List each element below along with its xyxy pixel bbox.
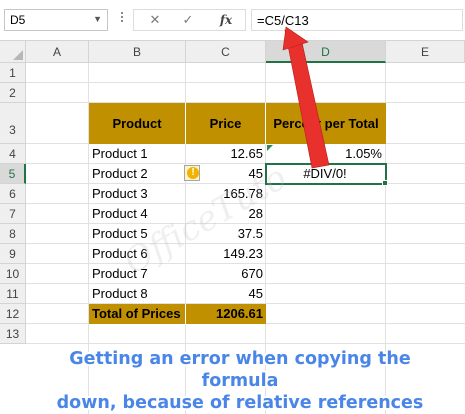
cell-price[interactable]: 37.5	[186, 224, 263, 244]
cell-price[interactable]: 670	[186, 264, 263, 284]
formula-bar: D5 ▼ ✕ ✓ fx =C5/C13	[0, 0, 465, 41]
chevron-down-icon[interactable]: ▼	[93, 14, 102, 24]
cell-price[interactable]: 149.23	[186, 244, 263, 264]
cell-product[interactable]: Product 1	[92, 144, 184, 164]
row-header-2[interactable]: 2	[0, 83, 26, 103]
name-box-value: D5	[10, 13, 26, 27]
header-price[interactable]: Price	[186, 103, 266, 144]
formula-input[interactable]: =C5/C13	[251, 9, 463, 31]
select-all-button[interactable]	[0, 41, 26, 63]
row-header-4[interactable]: 4	[0, 144, 26, 164]
row-header-7[interactable]: 7	[0, 204, 26, 224]
gridline	[26, 343, 465, 344]
enter-icon[interactable]: ✓	[176, 11, 200, 29]
column-header-d[interactable]: D	[266, 41, 386, 63]
formula-buttons: ✕ ✓ fx	[133, 9, 246, 31]
caption-line-2: down, because of relative references	[55, 391, 426, 414]
column-header-e[interactable]: E	[386, 41, 465, 63]
row-header-9[interactable]: 9	[0, 244, 26, 264]
cell-price[interactable]: 165.78	[186, 184, 263, 204]
cell-price[interactable]: 12.65	[186, 144, 263, 164]
name-box[interactable]: D5 ▼	[4, 9, 108, 31]
column-header-c[interactable]: C	[186, 41, 266, 63]
row-header-12[interactable]: 12	[0, 304, 26, 324]
header-percent[interactable]: Percent per Total	[266, 103, 386, 144]
error-warning-symbol: !	[187, 167, 199, 179]
cell-product[interactable]: Product 7	[92, 264, 184, 284]
cell-product[interactable]: Product 4	[92, 204, 184, 224]
row-header-3[interactable]: 3	[0, 103, 26, 144]
cell-product[interactable]: Product 6	[92, 244, 184, 264]
total-label[interactable]: Total of Prices	[89, 304, 186, 324]
total-value[interactable]: 1206.61	[186, 304, 266, 324]
row-header-5[interactable]: 5	[0, 164, 26, 184]
cell-product[interactable]: Product 3	[92, 184, 184, 204]
row-header-8[interactable]: 8	[0, 224, 26, 244]
cell-price[interactable]: 28	[186, 204, 263, 224]
row-header-11[interactable]: 11	[0, 284, 26, 304]
row-header-13[interactable]: 13	[0, 324, 26, 344]
header-product[interactable]: Product	[89, 103, 186, 144]
active-cell-border	[265, 163, 387, 185]
caption: Getting an error when copying the formul…	[40, 347, 440, 414]
column-header-a[interactable]: A	[26, 41, 89, 63]
grip-dots-icon	[120, 10, 124, 28]
fill-handle[interactable]	[382, 180, 388, 186]
error-flag-icon	[267, 145, 273, 151]
cancel-icon[interactable]: ✕	[143, 11, 167, 29]
insert-function-button[interactable]: fx	[214, 11, 238, 29]
cell-price[interactable]: 45	[186, 284, 263, 304]
row-header-10[interactable]: 10	[0, 264, 26, 284]
caption-line-1: Getting an error when copying the formul…	[67, 347, 412, 393]
formula-text: =C5/C13	[257, 13, 309, 28]
cell-product[interactable]: Product 8	[92, 284, 184, 304]
error-warning-icon[interactable]: !	[184, 165, 200, 181]
select-all-icon	[13, 50, 23, 60]
cell-product[interactable]: Product 5	[92, 224, 184, 244]
gridline	[26, 82, 465, 83]
cell-percent[interactable]: 1.05%	[266, 144, 382, 164]
row-header-6[interactable]: 6	[0, 184, 26, 204]
cell-product[interactable]: Product 2	[92, 164, 184, 184]
column-header-b[interactable]: B	[89, 41, 186, 63]
row-header-1[interactable]: 1	[0, 63, 26, 83]
